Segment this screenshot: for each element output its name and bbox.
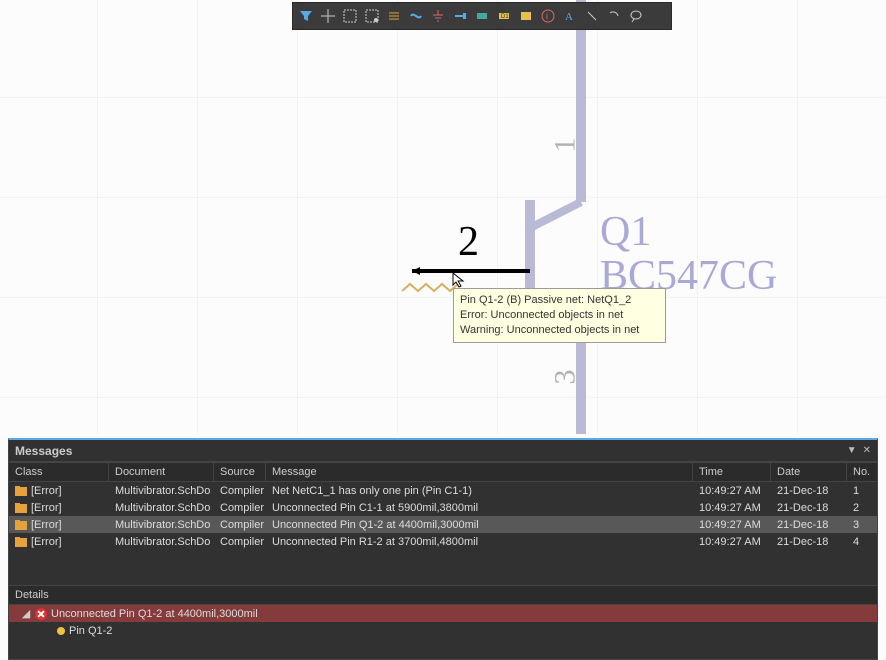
filter-icon[interactable] [297, 7, 315, 25]
col-time[interactable]: Time [693, 463, 771, 481]
pin-tooltip: Pin Q1-2 (B) Passive net: NetQ1_2 Error:… [453, 288, 666, 343]
schematic-canvas[interactable]: 2 1 3 Q1 BC547CG Pin Q1-2 (B) Passive ne… [0, 0, 886, 434]
col-source[interactable]: Source [214, 463, 266, 481]
details-root-text: Unconnected Pin Q1-2 at 4400mil,3000mil [51, 608, 258, 620]
redo-icon[interactable] [605, 7, 623, 25]
col-document[interactable]: Document [109, 463, 214, 481]
pin-label-3: 3 [549, 370, 583, 385]
panel-close-icon[interactable]: ✕ [863, 445, 871, 456]
pin-label-2: 2 [458, 218, 479, 266]
schematic-drawing [0, 0, 886, 434]
error-folder-icon [15, 536, 27, 548]
row-date: 21-Dec-18 [771, 519, 847, 531]
error-folder-icon [15, 502, 27, 514]
details-tree: ◢ Unconnected Pin Q1-2 at 4400mil,3000mi… [9, 605, 877, 639]
row-source: Compiler [214, 536, 266, 548]
messages-panel-header[interactable]: Messages ▼ ✕ [9, 440, 877, 462]
row-source: Compiler [214, 485, 266, 497]
schematic-toolbar: D1 i A [292, 2, 672, 30]
row-document: Multivibrator.SchDo [109, 485, 214, 497]
messages-rows: [Error]Multivibrator.SchDoCompilerNet Ne… [9, 482, 877, 550]
part-icon[interactable] [473, 7, 491, 25]
tooltip-line-1: Pin Q1-2 (B) Passive net: NetQ1_2 [460, 293, 659, 308]
row-class: [Error] [31, 485, 62, 497]
row-no: 2 [847, 502, 877, 514]
ground-icon[interactable] [429, 7, 447, 25]
pin-label-1: 1 [549, 138, 583, 153]
row-no: 3 [847, 519, 877, 531]
row-message: Net NetC1_1 has only one pin (Pin C1-1) [266, 485, 693, 497]
row-time: 10:49:27 AM [693, 502, 771, 514]
tooltip-line-3: Warning: Unconnected objects in net [460, 323, 659, 338]
col-message[interactable]: Message [266, 463, 693, 481]
table-row[interactable]: [Error] Multivibrator.SchDoCompilerUnconn… [9, 533, 877, 550]
row-date: 21-Dec-18 [771, 502, 847, 514]
table-row[interactable]: [Error] Multivibrator.SchDoCompilerUnconn… [9, 499, 877, 516]
row-document: Multivibrator.SchDo [109, 536, 214, 548]
undo-icon[interactable] [583, 7, 601, 25]
messages-empty-area [9, 550, 877, 585]
details-root-row[interactable]: ◢ Unconnected Pin Q1-2 at 4400mil,3000mi… [9, 605, 877, 622]
messages-panel: Messages ▼ ✕ Class Document Source Messa… [8, 438, 878, 660]
row-no: 4 [847, 536, 877, 548]
details-child-row[interactable]: Pin Q1-2 [9, 622, 877, 639]
svg-text:i: i [546, 11, 548, 21]
row-document: Multivibrator.SchDo [109, 519, 214, 531]
row-message: Unconnected Pin C1-1 at 5900mil,3800mil [266, 502, 693, 514]
row-document: Multivibrator.SchDo [109, 502, 214, 514]
col-class[interactable]: Class [9, 463, 109, 481]
bus-icon[interactable] [407, 7, 425, 25]
panel-footer-space [9, 639, 877, 659]
select-rect-icon[interactable] [341, 7, 359, 25]
cursor-icon [452, 272, 468, 288]
row-date: 21-Dec-18 [771, 485, 847, 497]
row-message: Unconnected Pin R1-2 at 3700mil,4800mil [266, 536, 693, 548]
row-time: 10:49:27 AM [693, 519, 771, 531]
component-ref: Q1 [600, 208, 651, 256]
row-time: 10:49:27 AM [693, 536, 771, 548]
error-folder-icon [15, 519, 27, 531]
error-folder-icon [15, 485, 27, 497]
col-date[interactable]: Date [771, 463, 847, 481]
pin-icon [57, 627, 65, 635]
messages-panel-title: Messages [15, 444, 72, 458]
text-label-icon[interactable] [517, 7, 535, 25]
row-message: Unconnected Pin Q1-2 at 4400mil,3000mil [266, 519, 693, 531]
row-date: 21-Dec-18 [771, 536, 847, 548]
row-class: [Error] [31, 536, 62, 548]
col-no[interactable]: No. [847, 463, 877, 481]
error-icon [35, 608, 47, 620]
select-lasso-icon[interactable] [363, 7, 381, 25]
row-class: [Error] [31, 502, 62, 514]
terminal-icon[interactable] [451, 7, 469, 25]
table-row[interactable]: [Error] Multivibrator.SchDoCompilerUnconn… [9, 516, 877, 533]
details-header: Details [9, 585, 877, 605]
row-time: 10:49:27 AM [693, 485, 771, 497]
details-child-text: Pin Q1-2 [69, 625, 112, 637]
panel-dropdown-icon[interactable]: ▼ [847, 445, 857, 456]
row-class: [Error] [31, 519, 62, 531]
row-no: 1 [847, 485, 877, 497]
messages-column-header: Class Document Source Message Time Date … [9, 462, 877, 482]
connector-icon[interactable] [385, 7, 403, 25]
lasso-icon[interactable] [627, 7, 645, 25]
table-row[interactable]: [Error] Multivibrator.SchDoCompilerNet Ne… [9, 482, 877, 499]
row-source: Compiler [214, 502, 266, 514]
diode-icon[interactable]: D1 [495, 7, 513, 25]
svg-text:D1: D1 [501, 14, 509, 20]
tooltip-line-2: Error: Unconnected objects in net [460, 308, 659, 323]
info-icon[interactable]: i [539, 7, 557, 25]
svg-text:A: A [565, 11, 573, 23]
crosshair-icon[interactable] [319, 7, 337, 25]
collapse-icon[interactable]: ◢ [21, 607, 31, 620]
annotate-icon[interactable]: A [561, 7, 579, 25]
row-source: Compiler [214, 519, 266, 531]
